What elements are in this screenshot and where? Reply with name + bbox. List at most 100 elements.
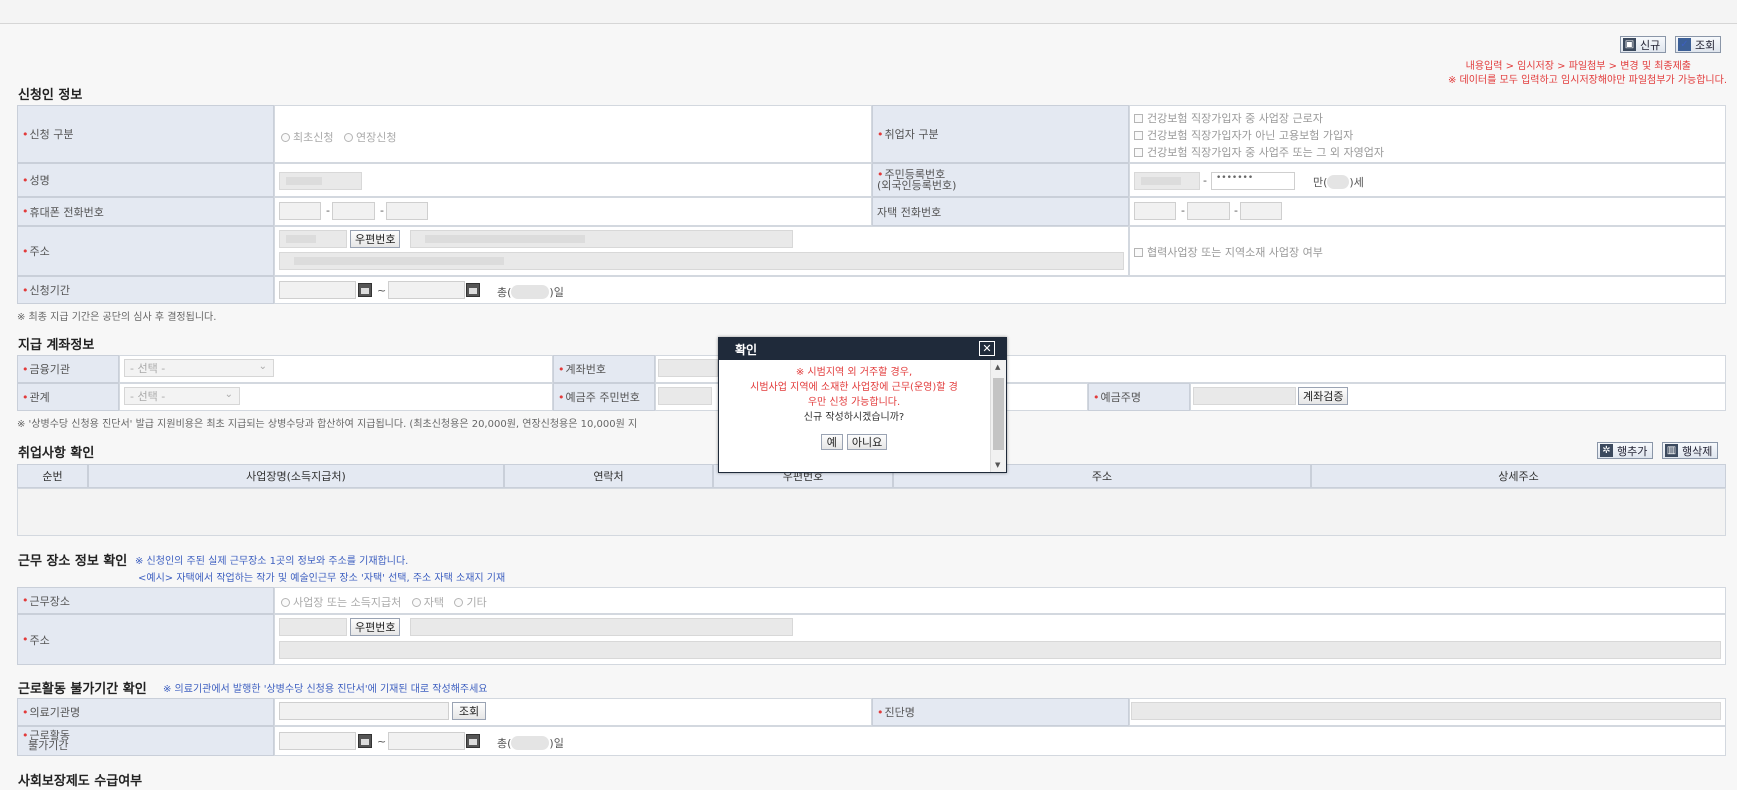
- diagnosis-field[interactable]: [1131, 702, 1721, 720]
- scroll-thumb[interactable]: [993, 378, 1004, 450]
- mobile-field-1[interactable]: [279, 202, 321, 220]
- chevron-down-icon: ⌄: [258, 361, 267, 372]
- workplace-address-detail-field[interactable]: [279, 641, 1721, 659]
- period-cell: [274, 276, 1726, 304]
- period-end-field[interactable]: [388, 281, 465, 299]
- workplace-cell: [274, 587, 1726, 614]
- calendar-icon[interactable]: [358, 734, 372, 748]
- add-row-icon: ✲: [1600, 444, 1613, 457]
- account-verify-button[interactable]: 계좌검증: [1298, 387, 1349, 405]
- mobile-field-3[interactable]: [386, 202, 428, 220]
- incapacity-section-title: 근로활동 불가기간 확인: [18, 682, 147, 697]
- home-phone-field-3[interactable]: [1240, 202, 1282, 220]
- hospital-field[interactable]: [279, 702, 449, 720]
- dash: -: [1181, 204, 1185, 217]
- scroll-up-icon[interactable]: ▲: [995, 363, 1000, 371]
- name-field[interactable]: [279, 172, 362, 190]
- holder-name-field[interactable]: [1193, 387, 1296, 405]
- workplace-section-title: 근무 장소 정보 확인: [18, 554, 128, 569]
- account-no-label: • 계좌번호: [553, 355, 655, 383]
- delete-row-button[interactable]: ▥ 행삭제: [1662, 442, 1719, 459]
- new-doc-icon: ▣: [1623, 38, 1636, 51]
- period-start-field[interactable]: [279, 281, 356, 299]
- partner-checkbox[interactable]: 협력사업장 또는 지역소재 사업장 여부: [1134, 244, 1323, 260]
- close-icon[interactable]: ✕: [979, 341, 995, 356]
- address-field[interactable]: [410, 230, 793, 248]
- age-display: 만()세: [1313, 175, 1364, 189]
- incapacity-note: ※ 의료기관에서 발행한 '상병수당 신청용 진단서'에 기재된 대로 작성해주…: [163, 684, 488, 695]
- worker-type-option-2[interactable]: 건강보험 직장가입자가 아닌 고용보험 가입자: [1134, 127, 1353, 143]
- worker-type-label: • 취업자 구분: [872, 105, 1129, 163]
- holder-rrn-label: • 예금주 주민번호: [553, 383, 655, 411]
- account-no-field[interactable]: [658, 359, 718, 377]
- dash: -: [326, 204, 330, 217]
- bank-label: • 금융기관: [17, 355, 119, 383]
- column-header: 순번: [17, 464, 88, 488]
- workplace-note-2: <예시> 자택에서 작업하는 작가 및 예술인근무 장소 '자택' 선택, 주소…: [138, 573, 506, 584]
- bank-select[interactable]: - 선택 - ⌄: [124, 359, 274, 377]
- workplace-label: • 근무장소: [17, 587, 274, 614]
- calendar-icon[interactable]: [358, 283, 372, 297]
- dash: -: [380, 204, 384, 217]
- search-button[interactable]: ✓ 조회: [1675, 36, 1722, 53]
- scroll-down-icon[interactable]: ▼: [995, 461, 1000, 469]
- check-icon: ✓: [1678, 38, 1691, 51]
- home-phone-field-1[interactable]: [1134, 202, 1176, 220]
- calendar-icon[interactable]: [466, 734, 480, 748]
- workplace-address-label: • 주소: [17, 614, 274, 665]
- incapacity-start-field[interactable]: [279, 732, 356, 750]
- workplace-zipcode-button[interactable]: 우편번호: [350, 618, 401, 636]
- zipcode-field[interactable]: [279, 230, 347, 248]
- mobile-label: • 휴대폰 전화번호: [17, 197, 274, 226]
- calendar-icon[interactable]: [466, 283, 480, 297]
- zipcode-button[interactable]: 우편번호: [350, 230, 401, 248]
- relation-select[interactable]: - 선택 - ⌄: [124, 387, 240, 405]
- trash-icon: ▥: [1665, 444, 1678, 457]
- workplace-zipcode-field[interactable]: [279, 618, 347, 636]
- dialog-scrollbar[interactable]: ▲ ▼: [990, 360, 1006, 472]
- dialog-line-3: 우만 신청 가능합니다.: [807, 397, 901, 408]
- account-note: ※ '상병수당 신청용 진단서' 발급 지원비용은 최초 지급되는 상병수당과 …: [17, 419, 638, 430]
- column-header: 사업장명(소득지급처): [88, 464, 504, 488]
- process-steps: 내용입력 > 임시저장 > 파일첨부 > 변경 및 최종제출: [1465, 61, 1691, 72]
- mobile-field-2[interactable]: [332, 202, 375, 220]
- applicant-section-title: 신청인 정보: [18, 88, 83, 103]
- diagnosis-label: • 진단명: [872, 698, 1129, 726]
- dialog-line-4: 신규 작성하시겠습니까?: [803, 412, 905, 423]
- confirm-dialog: 확인 ✕ ※ 시범지역 외 거주할 경우, 시범사업 지역에 소재한 사업장에 …: [718, 337, 1007, 473]
- worker-type-option-3[interactable]: 건강보험 직장가입자 중 사업주 또는 그 외 자영업자: [1134, 144, 1384, 160]
- workplace-radios[interactable]: 사업장 또는 소득지급처 자택 기타: [281, 594, 487, 610]
- rrn-front-field[interactable]: [1134, 172, 1200, 190]
- dialog-line-2: 시범사업 지역에 소재한 사업장에 근무(운영)할 경: [750, 382, 958, 393]
- social-section-title: 사회보장제도 수급여부: [18, 774, 143, 789]
- workplace-note-1: ※ 신청인의 주된 실제 근무장소 1곳의 정보와 주소를 기재합니다.: [135, 556, 409, 567]
- home-phone-label: 자택 전화번호: [872, 197, 1129, 226]
- yes-button[interactable]: 예: [820, 434, 843, 450]
- rrn-back-field[interactable]: •••••••: [1211, 172, 1295, 190]
- tilde: ~: [377, 735, 387, 748]
- address-label: • 주소: [17, 226, 274, 276]
- address-detail-field[interactable]: [279, 252, 1124, 270]
- account-section-title: 지급 계좌정보: [18, 338, 95, 353]
- workplace-address-field[interactable]: [410, 618, 793, 636]
- worker-type-option-1[interactable]: 건강보험 직장가입자 중 사업장 근로자: [1134, 110, 1323, 126]
- incapacity-period-label: •근로활동 불가기간: [17, 726, 274, 756]
- new-button[interactable]: ▣ 신규: [1620, 36, 1667, 53]
- rrn-dash: -: [1203, 174, 1207, 187]
- name-label: • 성명: [17, 163, 274, 197]
- incapacity-end-field[interactable]: [388, 732, 465, 750]
- period-note: ※ 최종 지급 기간은 공단의 심사 후 결정됩니다.: [17, 312, 217, 323]
- dialog-body: ※ 시범지역 외 거주할 경우, 시범사업 지역에 소재한 사업장에 근무(운영…: [719, 360, 989, 472]
- dialog-line-1: ※ 시범지역 외 거주할 경우,: [795, 367, 913, 378]
- column-header: 연락처: [504, 464, 713, 488]
- apply-type-radios[interactable]: 최초신청 연장신청: [281, 129, 396, 145]
- incapacity-total: 총()일: [497, 736, 564, 750]
- add-row-button[interactable]: ✲ 행추가: [1597, 442, 1654, 459]
- hospital-search-button[interactable]: 조회: [452, 702, 486, 720]
- home-phone-field-2[interactable]: [1187, 202, 1230, 220]
- chevron-down-icon: ⌄: [224, 389, 233, 400]
- dialog-title: 확인: [719, 338, 1006, 360]
- holder-rrn-field[interactable]: [658, 387, 712, 405]
- no-button[interactable]: 아니요: [846, 434, 888, 450]
- hospital-label: • 의료기관명: [17, 698, 274, 726]
